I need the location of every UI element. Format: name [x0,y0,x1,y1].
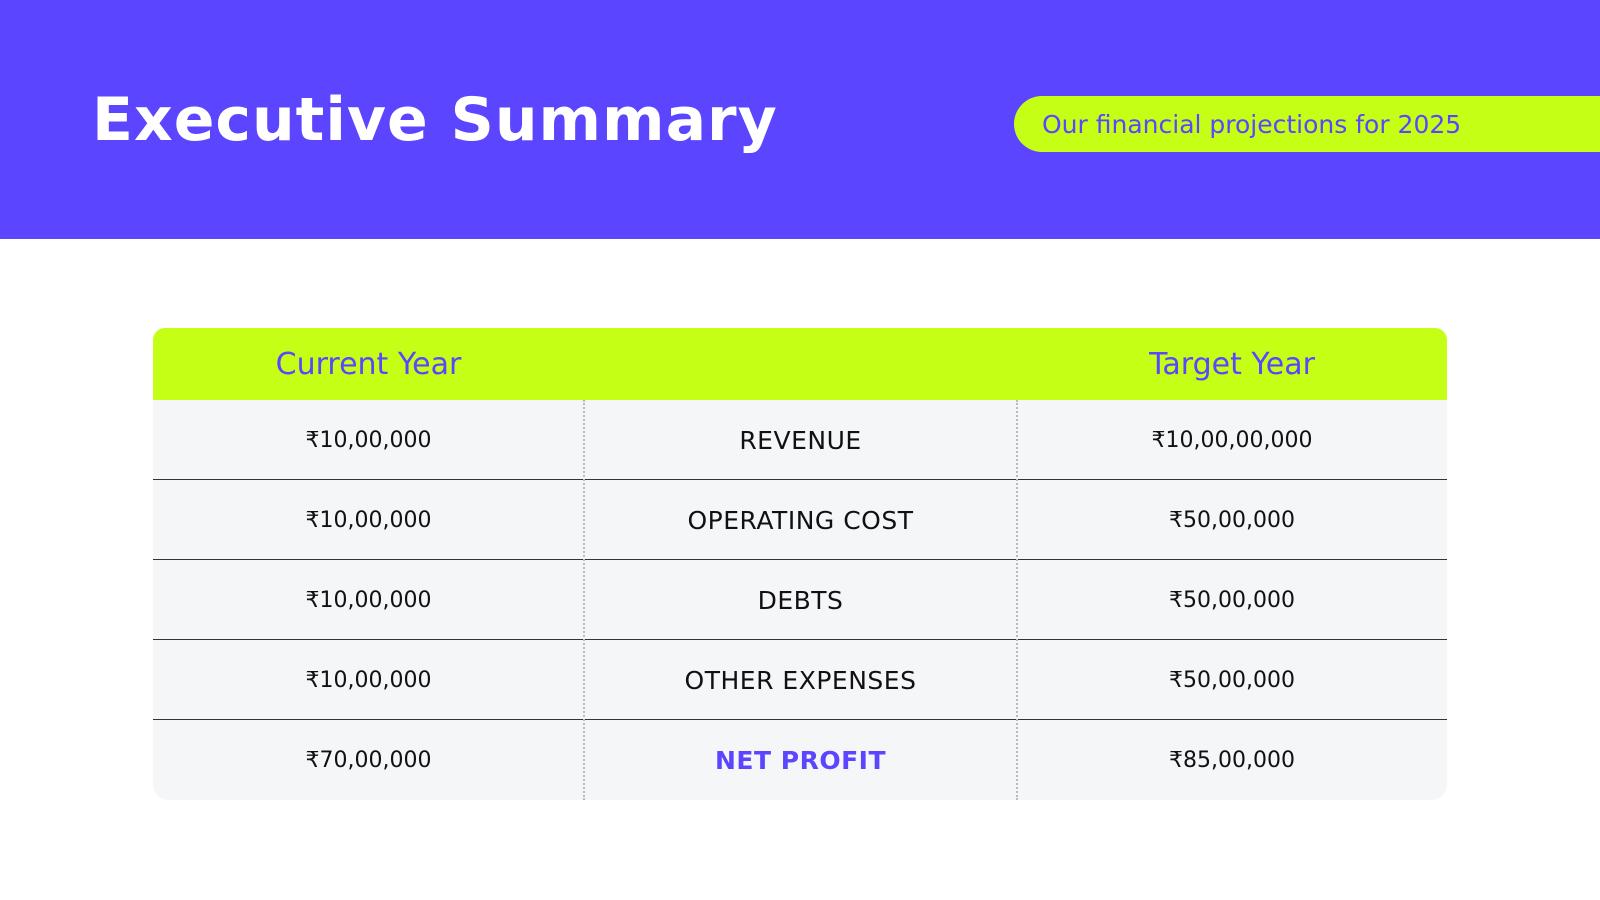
cell-target-value: ₹10,00,00,000 [1151,427,1313,453]
cell-current-value: ₹70,00,000 [305,747,432,773]
cell-target-value: ₹85,00,000 [1169,747,1295,773]
table-body: ₹10,00,000 REVENUE ₹10,00,00,000 ₹10,00,… [153,400,1447,800]
table-row-debts: ₹10,00,000 DEBTS ₹50,00,000 [153,560,1447,640]
table-row-revenue: ₹10,00,000 REVENUE ₹10,00,00,000 [153,400,1447,480]
cell-current-value: ₹10,00,000 [305,667,432,693]
table-row-other-expenses: ₹10,00,000 OTHER EXPENSES ₹50,00,000 [153,640,1447,720]
table-row-operating-cost: ₹10,00,000 OPERATING COST ₹50,00,000 [153,480,1447,560]
column-divider [583,400,585,800]
summary-table: Current Year Target Year ₹10,00,000 REVE… [153,328,1447,800]
cell-target-value: ₹50,00,000 [1169,667,1295,693]
subtitle-text: Our financial projections for 2025 [1042,109,1462,139]
subtitle-pill: Our financial projections for 2025 [1014,96,1600,152]
cell-current-value: ₹10,00,000 [305,507,432,533]
column-header-current-year: Current Year [275,346,462,382]
cell-metric-label: REVENUE [739,425,862,455]
column-divider [1016,400,1018,800]
table-row-net-profit: ₹70,00,000 NET PROFIT ₹85,00,000 [153,720,1447,800]
cell-metric-label-highlight: NET PROFIT [714,745,886,775]
cell-metric-label: DEBTS [757,585,844,615]
column-header-target-year: Target Year [1149,346,1315,382]
cell-current-value: ₹10,00,000 [305,587,432,613]
cell-metric-label: OTHER EXPENSES [684,665,917,695]
cell-metric-label: OPERATING COST [687,505,914,535]
table-header-row: Current Year Target Year [153,328,1447,400]
cell-current-value: ₹10,00,000 [305,427,432,453]
page-title: Executive Summary [92,85,778,155]
header-band: Executive Summary Our financial projecti… [0,0,1600,239]
slide: Executive Summary Our financial projecti… [0,0,1600,900]
cell-target-value: ₹50,00,000 [1169,587,1295,613]
cell-target-value: ₹50,00,000 [1169,507,1295,533]
